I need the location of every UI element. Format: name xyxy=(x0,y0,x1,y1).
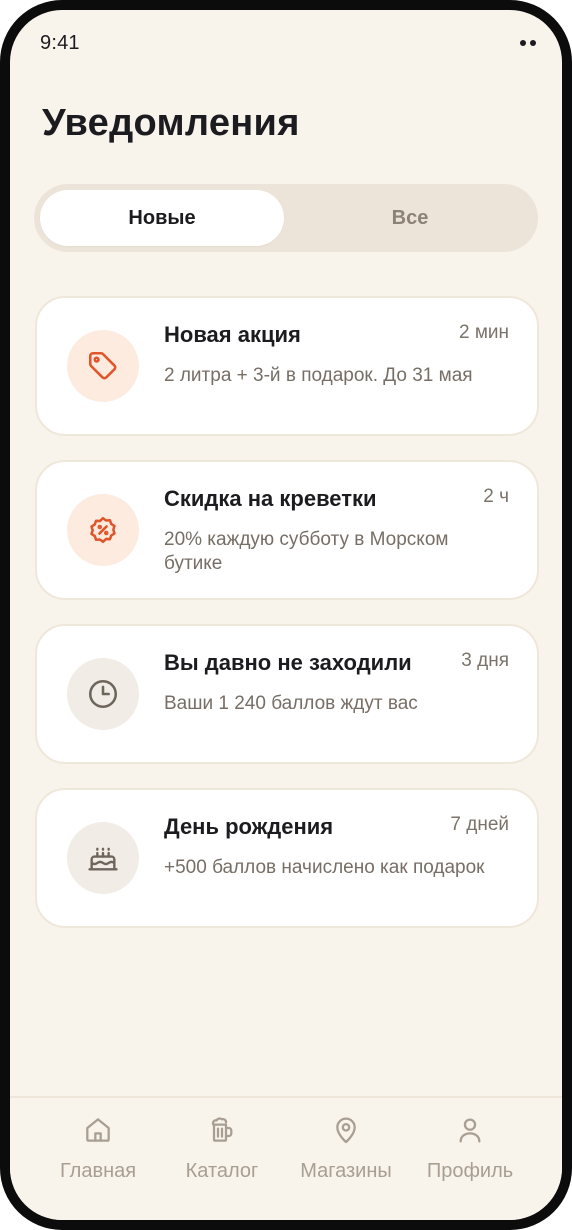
notification-title: Скидка на креветки xyxy=(164,486,377,511)
cake-icon xyxy=(67,822,139,894)
notification-card[interactable]: Новая акция 2 мин 2 литра + 3-й в подаро… xyxy=(35,296,539,436)
tab-label: Профиль xyxy=(426,1160,514,1182)
notification-title: Новая акция xyxy=(164,322,301,347)
notification-body: +500 баллов начислено как подарок xyxy=(164,857,485,878)
user-icon xyxy=(405,1112,535,1148)
tag-icon xyxy=(67,330,139,402)
beer-mug-icon xyxy=(157,1112,287,1148)
notification-card[interactable]: День рождения 7 дней +500 баллов начисле… xyxy=(35,788,539,928)
notification-body: 2 литра + 3-й в подарок. До 31 мая xyxy=(164,365,473,386)
device-frame: 9:41 Уведомления Новые Все Новая акция 2… xyxy=(0,0,572,1230)
tab-label: Главная xyxy=(59,1160,137,1182)
app-screen: 9:41 Уведомления Новые Все Новая акция 2… xyxy=(10,10,562,1220)
map-pin-icon xyxy=(281,1112,411,1148)
notification-body: Ваши 1 240 баллов ждут вас xyxy=(164,693,418,714)
tab-label: Магазины xyxy=(300,1160,392,1182)
tab-label: Каталог xyxy=(185,1160,259,1182)
tab-catalog[interactable]: Каталог xyxy=(157,1112,287,1183)
tab-new[interactable]: Новые xyxy=(40,190,284,246)
status-indicator-icon xyxy=(520,40,536,46)
notification-time: 2 мин xyxy=(458,322,509,343)
tab-all[interactable]: Все xyxy=(288,190,532,246)
discount-badge-icon xyxy=(67,494,139,566)
notification-title: Вы давно не заходили xyxy=(164,650,412,675)
notification-time: 7 дней xyxy=(450,814,509,835)
notification-time: 2 ч xyxy=(483,486,509,507)
notification-card[interactable]: Скидка на креветки 2 ч 20% каждую суббот… xyxy=(35,460,539,600)
notification-body: 20% каждую субботу в Морском бутике xyxy=(164,529,449,574)
status-time: 9:41 xyxy=(40,32,80,54)
tab-stores[interactable]: Магазины xyxy=(281,1112,411,1183)
notification-card[interactable]: Вы давно не заходили 3 дня Ваши 1 240 ба… xyxy=(35,624,539,764)
tab-profile[interactable]: Профиль xyxy=(405,1112,535,1183)
bottom-tab-bar: Главная Каталог Магазины Профиль xyxy=(10,1096,562,1220)
notification-title: День рождения xyxy=(164,814,334,839)
home-icon xyxy=(33,1112,163,1148)
tab-home[interactable]: Главная xyxy=(33,1112,163,1183)
page-title: Уведомления xyxy=(42,102,300,144)
notification-time: 3 дня xyxy=(461,650,509,671)
clock-icon xyxy=(67,658,139,730)
segmented-control: Новые Все xyxy=(34,184,538,252)
